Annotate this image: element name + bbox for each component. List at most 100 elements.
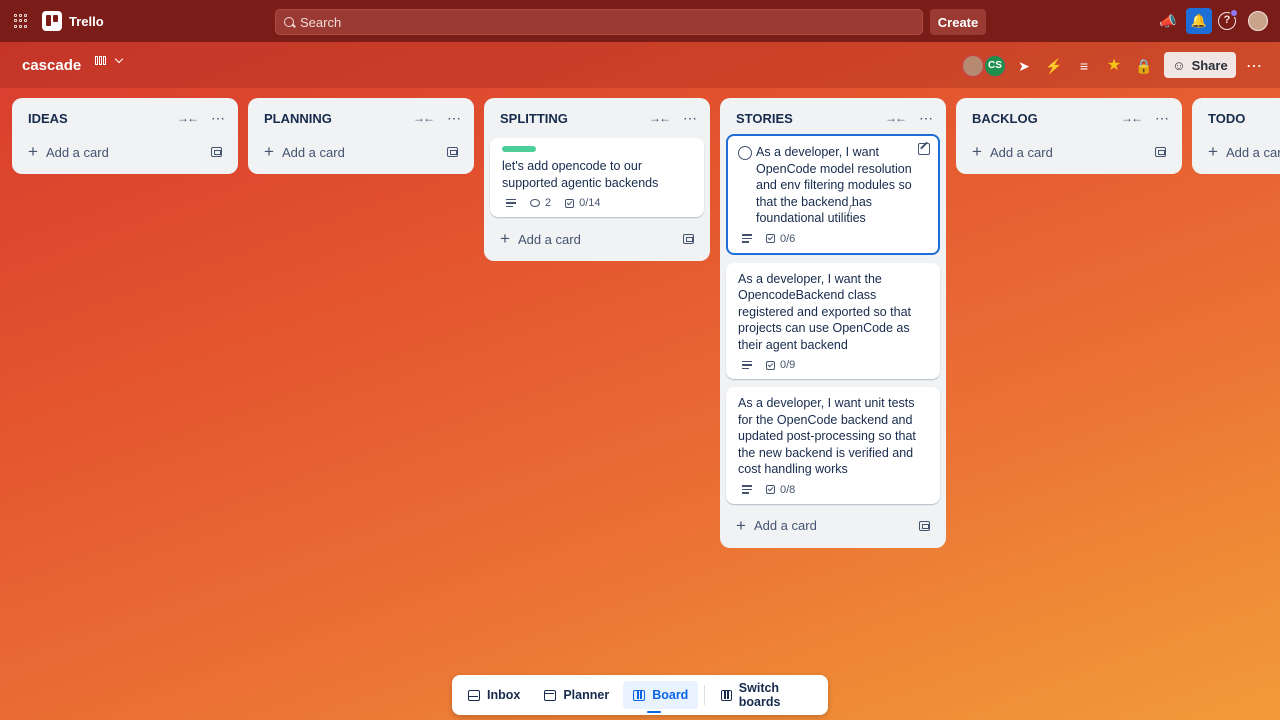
- edit-card-icon[interactable]: [918, 143, 930, 155]
- card[interactable]: As a developer, I want OpenCode model re…: [726, 134, 940, 255]
- list-title[interactable]: STORIES: [736, 111, 885, 126]
- add-person-icon: ☺: [1172, 57, 1186, 73]
- trello-logo-icon: [42, 11, 62, 31]
- card-template-icon[interactable]: [1155, 147, 1166, 157]
- checklist-badge: 0/14: [565, 197, 601, 209]
- board-title[interactable]: cascade: [22, 57, 81, 74]
- list-title[interactable]: PLANNING: [264, 111, 413, 126]
- member-avatar-cs[interactable]: CS: [983, 54, 1007, 78]
- share-button[interactable]: ☺ Share: [1164, 52, 1236, 78]
- checklist-icon: [565, 198, 575, 208]
- plus-icon: +: [500, 229, 510, 248]
- star-icon[interactable]: ★: [1104, 56, 1124, 76]
- description-icon: [742, 360, 752, 370]
- checklist-icon: [766, 360, 775, 370]
- list-actions-icon[interactable]: ⋯: [919, 110, 934, 127]
- add-card-button[interactable]: + Add a card: [962, 138, 1176, 166]
- board-view-icon: [95, 56, 106, 65]
- description-icon: [506, 198, 516, 208]
- list-header[interactable]: IDEAS →← ⋯: [12, 98, 238, 138]
- add-card-button[interactable]: + Add a card: [490, 225, 704, 253]
- add-card-button[interactable]: + Add a card: [1198, 138, 1280, 166]
- list-header[interactable]: TODO: [1192, 98, 1280, 138]
- list-header[interactable]: SPLITTING →← ⋯: [484, 98, 710, 138]
- search-input[interactable]: [300, 14, 900, 30]
- list-header[interactable]: STORIES →← ⋯: [720, 98, 946, 138]
- card-template-icon[interactable]: [683, 234, 694, 244]
- mark-complete-circle-icon[interactable]: [738, 146, 752, 160]
- card-badges: 2 0/14: [502, 197, 692, 209]
- card-template-icon[interactable]: [919, 520, 930, 531]
- board-menu-icon[interactable]: ⋯: [1246, 56, 1263, 76]
- collapse-list-icon[interactable]: →←: [649, 111, 671, 125]
- app-name: Trello: [69, 13, 104, 29]
- lock-icon[interactable]: 🔒: [1134, 56, 1154, 76]
- list-planning: PLANNING →← ⋯ + Add a card: [248, 98, 474, 174]
- search-bar[interactable]: [275, 9, 923, 35]
- card[interactable]: As a developer, I want the OpencodeBacke…: [726, 262, 940, 379]
- card-title: As a developer, I want unit tests for th…: [738, 396, 916, 476]
- nav-board[interactable]: Board: [623, 681, 699, 713]
- list-header[interactable]: BACKLOG →← ⋯: [956, 98, 1182, 138]
- nav-planner[interactable]: Planner: [534, 681, 619, 709]
- list-actions-icon[interactable]: ⋯: [447, 110, 462, 127]
- checklist-count: 0/9: [780, 359, 796, 371]
- comments-badge: 2: [530, 197, 551, 209]
- plus-icon: +: [264, 142, 274, 161]
- list-title[interactable]: BACKLOG: [972, 111, 1121, 126]
- megaphone-icon[interactable]: 📣: [1158, 11, 1178, 31]
- share-label: Share: [1191, 57, 1228, 73]
- board-view-switcher[interactable]: [95, 54, 124, 65]
- card-label-green[interactable]: [502, 146, 536, 152]
- power-ups-rocket-icon[interactable]: ➤: [1014, 56, 1034, 76]
- inbox-icon: [468, 689, 480, 701]
- chevron-down-icon: [114, 54, 124, 64]
- nav-inbox[interactable]: Inbox: [458, 681, 530, 709]
- collapse-list-icon[interactable]: →←: [885, 111, 907, 125]
- nav-switch-label: Switch boards: [738, 681, 781, 709]
- card[interactable]: As a developer, I want unit tests for th…: [726, 387, 940, 504]
- add-card-label: Add a card: [989, 144, 1053, 160]
- list-title[interactable]: TODO: [1208, 111, 1280, 126]
- list-header[interactable]: PLANNING →← ⋯: [248, 98, 474, 138]
- add-card-button[interactable]: + Add a card: [18, 138, 232, 166]
- bottom-navigation: Inbox Planner Board Switch boards: [452, 675, 828, 715]
- member-avatar[interactable]: [961, 54, 985, 78]
- list-actions-icon[interactable]: ⋯: [683, 110, 698, 127]
- comments-count: 2: [545, 197, 552, 209]
- add-card-label: Add a card: [517, 231, 581, 247]
- list-backlog: BACKLOG →← ⋯ + Add a card: [956, 98, 1182, 174]
- automation-bolt-icon[interactable]: ⚡: [1044, 56, 1064, 76]
- card-title: As a developer, I want OpenCode model re…: [756, 145, 912, 225]
- list-actions-icon[interactable]: ⋯: [1155, 110, 1170, 127]
- add-card-button[interactable]: + Add a card: [254, 138, 468, 166]
- card-title: let's add opencode to our supported agen…: [502, 159, 659, 190]
- add-card-button[interactable]: + Add a card: [726, 512, 940, 540]
- checklist-count: 0/6: [780, 232, 796, 245]
- collapse-list-icon[interactable]: →←: [1121, 111, 1143, 125]
- list-title[interactable]: IDEAS: [28, 111, 177, 126]
- top-header: Trello Create 📣 🔔 ?: [0, 0, 1280, 42]
- description-icon: [742, 234, 752, 243]
- checklist-icon: [766, 234, 775, 243]
- card[interactable]: let's add opencode to our supported agen…: [490, 138, 704, 217]
- account-avatar[interactable]: [1248, 11, 1268, 31]
- nav-switch-boards[interactable]: Switch boards: [711, 681, 822, 709]
- list-title[interactable]: SPLITTING: [500, 111, 649, 126]
- list-splitting: SPLITTING →← ⋯ let's add opencode to our…: [484, 98, 710, 261]
- nav-inbox-label: Inbox: [487, 688, 521, 702]
- trello-logo[interactable]: Trello: [42, 11, 104, 31]
- collapse-list-icon[interactable]: →←: [177, 111, 199, 125]
- card-template-icon[interactable]: [211, 147, 222, 157]
- filter-icon[interactable]: ≡: [1074, 56, 1094, 76]
- app-switcher-icon[interactable]: [14, 14, 28, 28]
- calendar-icon: [544, 689, 557, 701]
- list-actions-icon[interactable]: ⋯: [211, 110, 226, 127]
- card-template-icon[interactable]: [447, 147, 458, 157]
- notifications-bell-icon[interactable]: 🔔: [1186, 8, 1212, 34]
- collapse-list-icon[interactable]: →←: [413, 111, 435, 125]
- create-button[interactable]: Create: [930, 9, 986, 35]
- plus-icon: +: [1208, 142, 1218, 161]
- checklist-badge: 0/6: [766, 233, 795, 245]
- list-stories: STORIES →← ⋯ As a developer, I want Open…: [720, 98, 946, 548]
